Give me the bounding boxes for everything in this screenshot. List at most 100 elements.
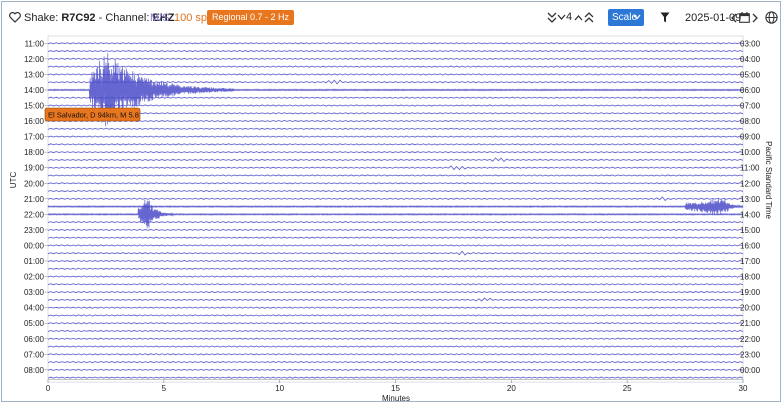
trace-row (47, 157, 744, 163)
utc-tick-label: 15:00 (24, 102, 45, 111)
trace-row (47, 96, 744, 99)
event-tooltip-label: El Salvador, D 94km, M 5.8 (48, 111, 139, 120)
trace-row (47, 119, 744, 123)
utc-tick-label: 20:00 (24, 179, 45, 188)
trace-row (47, 322, 744, 325)
pst-tick-label: 04:00 (740, 55, 761, 64)
trace-row (47, 189, 744, 193)
pst-tick-label: 17:00 (740, 257, 761, 266)
pst-tick-label: 22:00 (740, 335, 761, 344)
trace-row (47, 165, 744, 171)
utc-tick-label: 07:00 (24, 350, 45, 359)
pst-tick-label: 23:00 (740, 350, 761, 359)
utc-tick-label: 02:00 (24, 273, 45, 282)
utc-tick-label: 19:00 (24, 164, 45, 173)
trace-row (47, 353, 744, 356)
utc-tick-label: 00:00 (24, 241, 45, 250)
helicorder-plot[interactable]: 11:00 12:00 13:00 14:00 15:00 16:00 17:00 18:00… (2, 2, 782, 403)
x-tick-label: 0 (46, 384, 51, 393)
trace-row (47, 49, 744, 53)
trace-row (47, 174, 744, 177)
utc-axis: 11:00 12:00 13:00 14:00 15:00 16:00 17:00 18:00… (24, 39, 48, 375)
utc-tick-label: 11:00 (25, 39, 45, 48)
trace-row (47, 112, 744, 115)
trace-row (47, 65, 744, 68)
utc-tick-label: 14:00 (24, 86, 45, 95)
trace-row (47, 345, 744, 348)
pst-tick-label: 07:00 (740, 102, 761, 111)
trace-row (47, 42, 744, 45)
trace-row (47, 199, 744, 229)
trace-row (47, 221, 744, 224)
helicorder-panel: Shake: R7C92 - Channel: EHZ M/S 100 sps … (1, 1, 782, 403)
trace-row (47, 306, 744, 309)
left-axis-title: UTC (9, 172, 18, 189)
trace-row (47, 360, 744, 364)
x-axis-title: Minutes (382, 394, 410, 403)
trace-row (47, 297, 744, 302)
pst-tick-label: 10:00 (740, 148, 761, 157)
utc-tick-label: 04:00 (24, 304, 45, 313)
pst-tick-label: 05:00 (740, 70, 761, 79)
event-tooltip[interactable]: El Salvador, D 94km, M 5.8 (44, 107, 141, 122)
trace-row (47, 250, 744, 256)
pst-tick-label: 19:00 (740, 288, 761, 297)
trace-row (47, 79, 744, 85)
trace-row (47, 283, 744, 286)
x-tick-label: 10 (275, 384, 284, 393)
trace-row (47, 267, 744, 270)
x-tick-label: 30 (739, 384, 748, 393)
utc-tick-label: 17:00 (24, 133, 45, 142)
trace-row (47, 259, 744, 263)
trace-row (47, 291, 744, 294)
trace-row (47, 143, 744, 146)
trace-row (47, 368, 744, 371)
trace-row (47, 73, 744, 76)
trace-row (47, 376, 744, 379)
utc-tick-label: 22:00 (24, 210, 45, 219)
x-tick-label: 5 (162, 384, 167, 393)
x-tick-label: 20 (507, 384, 516, 393)
pst-tick-label: 15:00 (740, 226, 761, 235)
pst-tick-label: 21:00 (740, 319, 761, 328)
utc-tick-label: 21:00 (24, 195, 45, 204)
trace-row (47, 337, 744, 340)
x-tick-label: 25 (623, 384, 632, 393)
pst-tick-label: 16:00 (740, 241, 761, 250)
x-tick-label: 15 (391, 384, 400, 393)
utc-tick-label: 08:00 (24, 366, 45, 375)
utc-tick-label: 18:00 (24, 148, 45, 157)
pst-tick-label: 11:00 (740, 164, 760, 173)
pst-tick-label: 00:00 (740, 366, 761, 375)
pst-tick-label: 12:00 (740, 179, 761, 188)
pst-tick-label: 03:00 (740, 39, 761, 48)
pst-tick-label: 06:00 (740, 86, 761, 95)
trace-row (47, 329, 744, 333)
seismic-traces (47, 42, 744, 379)
trace-row (47, 53, 744, 127)
pst-tick-label: 09:00 (740, 133, 761, 142)
utc-tick-label: 23:00 (24, 226, 45, 235)
trace-row (47, 236, 744, 239)
trace-row (47, 314, 744, 317)
trace-row (47, 151, 744, 154)
utc-tick-label: 06:00 (24, 335, 45, 344)
utc-tick-label: 03:00 (24, 288, 45, 297)
trace-row (47, 244, 744, 247)
trace-row (47, 275, 744, 278)
utc-tick-label: 13:00 (24, 70, 45, 79)
trace-row (47, 228, 744, 231)
trace-row (47, 127, 744, 130)
utc-tick-label: 01:00 (24, 257, 45, 266)
utc-tick-label: 05:00 (24, 319, 45, 328)
trace-row (47, 135, 744, 138)
right-axis-title: Pacific Standard Time (764, 141, 773, 219)
pst-tick-label: 20:00 (740, 304, 761, 313)
utc-tick-label: 12:00 (24, 55, 45, 64)
pst-tick-label: 14:00 (740, 210, 761, 219)
trace-row (47, 104, 744, 107)
minutes-axis: 0 5 10 15 20 25 30 (46, 379, 748, 393)
pst-tick-label: 18:00 (740, 273, 761, 282)
pst-tick-label: 08:00 (740, 117, 761, 126)
trace-row (47, 57, 744, 60)
